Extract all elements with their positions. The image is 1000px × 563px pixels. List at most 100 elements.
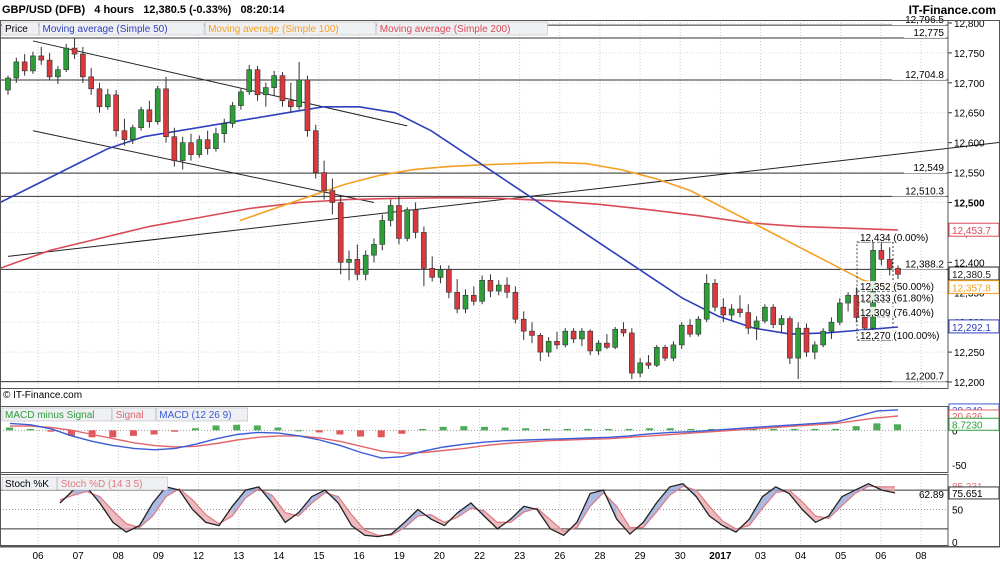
candle-body xyxy=(371,244,377,256)
candle xyxy=(836,298,843,326)
candle xyxy=(504,277,510,299)
fib-label: 12,270 (100.00%) xyxy=(860,331,940,342)
candle-body xyxy=(188,142,194,155)
stoch-k-value: 75.651 xyxy=(952,489,983,500)
candle xyxy=(470,286,477,306)
candle-body xyxy=(138,109,144,129)
outer-frame xyxy=(0,20,1000,547)
candle xyxy=(629,328,635,380)
macd-hist-bar xyxy=(666,428,674,431)
stoch-legend-label: Stoch %K xyxy=(5,479,49,490)
macd-hist-bar xyxy=(460,426,468,431)
candle-body xyxy=(512,291,519,320)
candle-body xyxy=(895,268,901,275)
price-axis: 12,20012,25012,30012,35012,40012,45012,5… xyxy=(948,19,1000,389)
macd-hist-bar xyxy=(770,428,778,431)
macd-hist-bar xyxy=(852,426,860,431)
macd-hist-bar xyxy=(253,425,261,431)
candle-body xyxy=(296,79,302,108)
candle-body xyxy=(537,335,544,353)
macd-hist-bar xyxy=(811,428,819,431)
x-tick-label: 15 xyxy=(313,551,325,562)
candle-body xyxy=(812,344,818,353)
candle-body xyxy=(163,88,169,137)
price-legend-label: Moving average (Simple 100) xyxy=(208,24,339,35)
candle xyxy=(554,331,560,350)
chart-canvas[interactable]: 12,796.512,77512,704.812,54912,510.312,3… xyxy=(0,0,1000,563)
candle-body xyxy=(404,209,411,239)
candle xyxy=(703,274,710,323)
moving-averages xyxy=(0,106,899,335)
y-tick-label: 12,250 xyxy=(954,348,985,359)
candle xyxy=(845,292,851,312)
candle-body xyxy=(836,302,843,323)
candle-body xyxy=(770,306,777,325)
candle-body xyxy=(362,254,369,275)
macd-hist-bar xyxy=(522,428,530,431)
candle-body xyxy=(554,341,560,346)
candle-body xyxy=(129,127,136,140)
candle xyxy=(30,51,36,74)
candle xyxy=(745,304,752,335)
candle xyxy=(296,61,302,110)
candle xyxy=(46,52,53,80)
candle xyxy=(321,160,327,200)
candle xyxy=(329,178,336,215)
candle xyxy=(238,88,244,110)
macd-hist-bar xyxy=(377,430,385,438)
candle xyxy=(770,304,777,329)
candle-body xyxy=(429,268,436,278)
candle xyxy=(487,274,494,298)
candle xyxy=(154,85,161,125)
candle xyxy=(396,196,402,245)
candle xyxy=(138,106,144,131)
candle-body xyxy=(279,75,286,102)
candle-body xyxy=(620,329,627,334)
candle xyxy=(454,279,460,314)
candle-body xyxy=(720,306,727,316)
trend-line xyxy=(7,141,1000,257)
macd-hist-bar xyxy=(171,430,179,432)
signal-line xyxy=(10,415,899,454)
candle-body xyxy=(545,341,552,353)
level-label: 12,775 xyxy=(913,28,944,39)
candle-body xyxy=(479,279,485,302)
macd-hist-bar xyxy=(109,430,117,438)
macd-hist-bar xyxy=(480,426,488,431)
x-tick-label: 29 xyxy=(634,551,646,562)
candle xyxy=(279,72,286,107)
candle-body xyxy=(787,318,793,359)
x-tick-label: 06 xyxy=(875,551,887,562)
candle-body xyxy=(113,94,119,131)
candle-body xyxy=(612,329,618,348)
macd-hist-bar xyxy=(26,428,34,431)
macd-hist-bar xyxy=(191,428,199,431)
candle xyxy=(304,75,311,137)
badge-value: 12,453.7 xyxy=(952,226,991,237)
stochastic-pane: 50085.23175.65162.89 xyxy=(0,482,1000,549)
candle xyxy=(171,127,178,167)
x-tick-label: 07 xyxy=(73,551,85,562)
candle-body xyxy=(154,88,161,123)
candle xyxy=(204,130,211,155)
macd-hist-bar xyxy=(542,428,550,431)
candle-body xyxy=(38,55,45,61)
candle-body xyxy=(795,327,801,359)
candle xyxy=(404,207,411,242)
x-tick-label: 28 xyxy=(594,551,606,562)
candle-body xyxy=(288,100,294,108)
candle xyxy=(878,241,885,266)
level-label: 12,704.8 xyxy=(905,70,944,81)
candle xyxy=(645,355,652,369)
x-tick-label: 03 xyxy=(755,551,767,562)
candle-body xyxy=(495,284,502,292)
candle-body xyxy=(637,362,643,374)
candle-body xyxy=(271,75,277,88)
x-tick-label: 13 xyxy=(233,551,245,562)
candle xyxy=(670,341,677,362)
candle-body xyxy=(645,362,652,366)
macd-y-label: -50 xyxy=(952,461,967,472)
candle-body xyxy=(63,47,70,70)
candle-body xyxy=(886,259,893,269)
price-legend-label: Moving average (Simple 50) xyxy=(43,24,168,35)
